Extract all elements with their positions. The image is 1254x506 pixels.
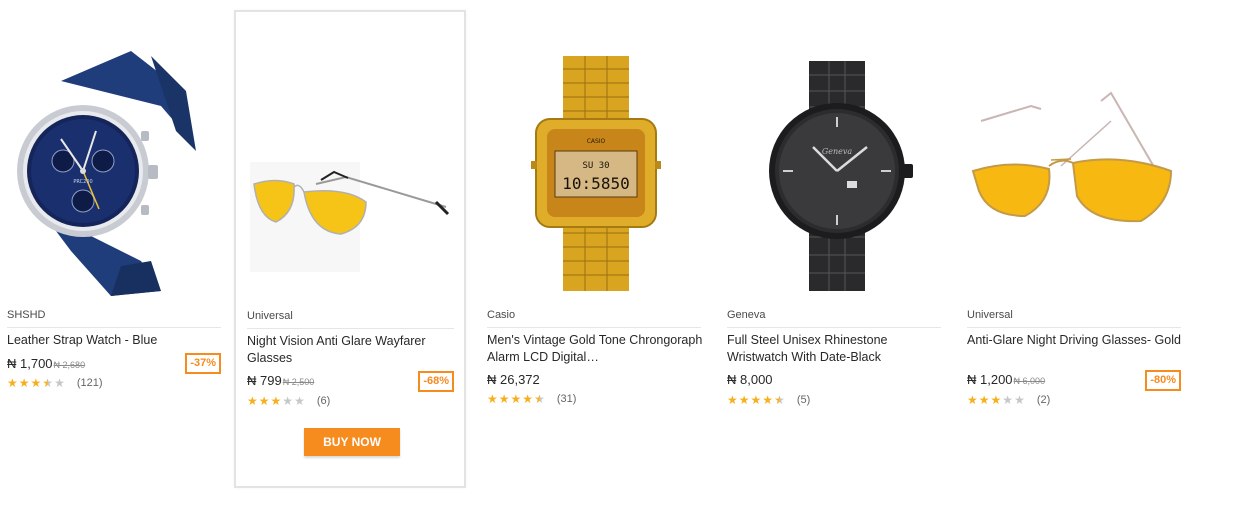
svg-text:Geneva: Geneva xyxy=(822,147,853,156)
product-image[interactable]: CASIO SU 30 10:5850 xyxy=(481,11,711,301)
star-icon: ★ xyxy=(750,393,762,407)
star-empty-icon: ★ xyxy=(1002,393,1014,407)
product-card[interactable]: PRC200 SHSHD Leather Strap Watch - Blue … xyxy=(0,10,232,488)
product-title[interactable]: Full Steel Unisex Rhinestone Wristwatch … xyxy=(727,332,943,366)
review-count: (2) xyxy=(1036,394,1051,406)
lcd-top-readout: SU 30 xyxy=(582,161,609,171)
star-empty-icon: ★ xyxy=(282,394,294,408)
product-brand: Geneva xyxy=(727,309,941,328)
product-image[interactable] xyxy=(236,12,464,302)
old-price: ₦ 6,000 xyxy=(1013,376,1046,386)
buy-now-button[interactable]: BUY NOW xyxy=(304,428,400,456)
product-price: ₦ 1,700 xyxy=(7,356,53,371)
product-card[interactable]: Geneva Geneva Full Steel Unisex Rhinesto… xyxy=(720,10,952,488)
star-icon: ★ xyxy=(727,393,738,407)
star-icon: ★ xyxy=(762,393,774,407)
star-empty-icon: ★ xyxy=(54,376,65,390)
product-title[interactable]: Men's Vintage Gold Tone Chrongoraph Alar… xyxy=(487,332,703,366)
rating: ★ ★ ★ ★ ★ (2) xyxy=(967,394,1050,406)
product-price: ₦ 8,000 xyxy=(727,372,773,387)
star-icon: ★ xyxy=(522,392,534,406)
discount-badge: -68% xyxy=(418,371,454,392)
svg-text:CASIO: CASIO xyxy=(587,138,606,145)
svg-text:PRC200: PRC200 xyxy=(73,179,92,185)
black-steel-watch-icon: Geneva xyxy=(769,61,913,291)
gold-digital-watch-icon: CASIO SU 30 10:5850 xyxy=(531,56,661,291)
star-rating: ★ ★ ★ ★ ★ xyxy=(967,394,1025,406)
product-image[interactable]: PRC200 xyxy=(1,11,231,301)
star-icon: ★ xyxy=(990,393,1002,407)
rating: ★ ★ ★ ★ ★ (121) xyxy=(7,377,103,389)
star-icon: ★ xyxy=(258,394,270,408)
review-count: (31) xyxy=(556,393,577,405)
product-image[interactable] xyxy=(961,11,1191,301)
review-count: (5) xyxy=(796,394,811,406)
product-brand: Universal xyxy=(967,309,1181,328)
price-line: ₦ 26,372 xyxy=(487,372,540,387)
rating: ★ ★ ★ ★ ★ (31) xyxy=(487,393,576,405)
product-price: ₦ 1,200 xyxy=(967,372,1013,387)
star-icon: ★ xyxy=(270,394,282,408)
star-icon: ★ xyxy=(510,392,522,406)
product-price: ₦ 26,372 xyxy=(487,372,540,387)
star-empty-icon: ★ xyxy=(1014,393,1025,407)
old-price: ₦ 2,500 xyxy=(282,377,315,387)
product-title[interactable]: Anti-Glare Night Driving Glasses- Gold xyxy=(967,332,1183,349)
star-icon: ★ xyxy=(247,394,258,408)
yellow-aviator-glasses-icon xyxy=(250,162,450,272)
price-line: ₦ 799₦ 2,500 xyxy=(247,373,314,388)
yellow-aviator-glasses-large-icon xyxy=(971,91,1173,223)
old-price: ₦ 2,680 xyxy=(53,360,86,370)
rating: ★ ★ ★ ★ ★ (5) xyxy=(727,394,810,406)
blue-leather-watch-icon: PRC200 xyxy=(17,51,196,296)
discount-badge: -80% xyxy=(1145,370,1181,391)
star-icon: ★ xyxy=(498,392,510,406)
star-icon: ★ xyxy=(7,376,18,390)
product-card[interactable]: Universal Anti-Glare Night Driving Glass… xyxy=(960,10,1192,488)
product-price: ₦ 799 xyxy=(247,373,282,388)
star-rating: ★ ★ ★ ★ ★ xyxy=(247,395,305,407)
review-count: (6) xyxy=(316,395,331,407)
star-rating: ★ ★ ★ ★ ★ xyxy=(727,394,785,406)
star-rating: ★ ★ ★ ★ ★ xyxy=(487,393,545,405)
product-carousel-row: PRC200 SHSHD Leather Strap Watch - Blue … xyxy=(0,0,1254,506)
star-half-icon: ★ xyxy=(42,376,54,390)
price-line: ₦ 8,000 xyxy=(727,372,773,387)
star-icon: ★ xyxy=(967,393,978,407)
product-brand: SHSHD xyxy=(7,309,221,328)
lcd-main-readout: 10:5850 xyxy=(562,174,629,193)
star-rating: ★ ★ ★ ★ ★ xyxy=(7,377,65,389)
star-icon: ★ xyxy=(487,392,498,406)
product-card[interactable]: CASIO SU 30 10:5850 Casio Men's Vintage … xyxy=(480,10,712,488)
star-icon: ★ xyxy=(738,393,750,407)
product-brand: Universal xyxy=(247,310,454,329)
star-icon: ★ xyxy=(18,376,30,390)
price-line: ₦ 1,200₦ 6,000 xyxy=(967,372,1045,387)
product-brand: Casio xyxy=(487,309,701,328)
rating: ★ ★ ★ ★ ★ (6) xyxy=(247,395,330,407)
star-half-icon: ★ xyxy=(534,392,545,406)
product-image[interactable]: Geneva xyxy=(721,11,951,301)
price-line: ₦ 1,700₦ 2,680 xyxy=(7,356,85,371)
star-icon: ★ xyxy=(30,376,42,390)
product-card[interactable]: Universal Night Vision Anti Glare Wayfar… xyxy=(234,10,466,488)
star-half-icon: ★ xyxy=(774,393,785,407)
product-title[interactable]: Leather Strap Watch - Blue xyxy=(7,332,223,349)
review-count: (121) xyxy=(76,377,103,389)
star-icon: ★ xyxy=(978,393,990,407)
product-title[interactable]: Night Vision Anti Glare Wayfarer Glasses xyxy=(247,333,456,367)
star-empty-icon: ★ xyxy=(294,394,305,408)
discount-badge: -37% xyxy=(185,353,221,374)
